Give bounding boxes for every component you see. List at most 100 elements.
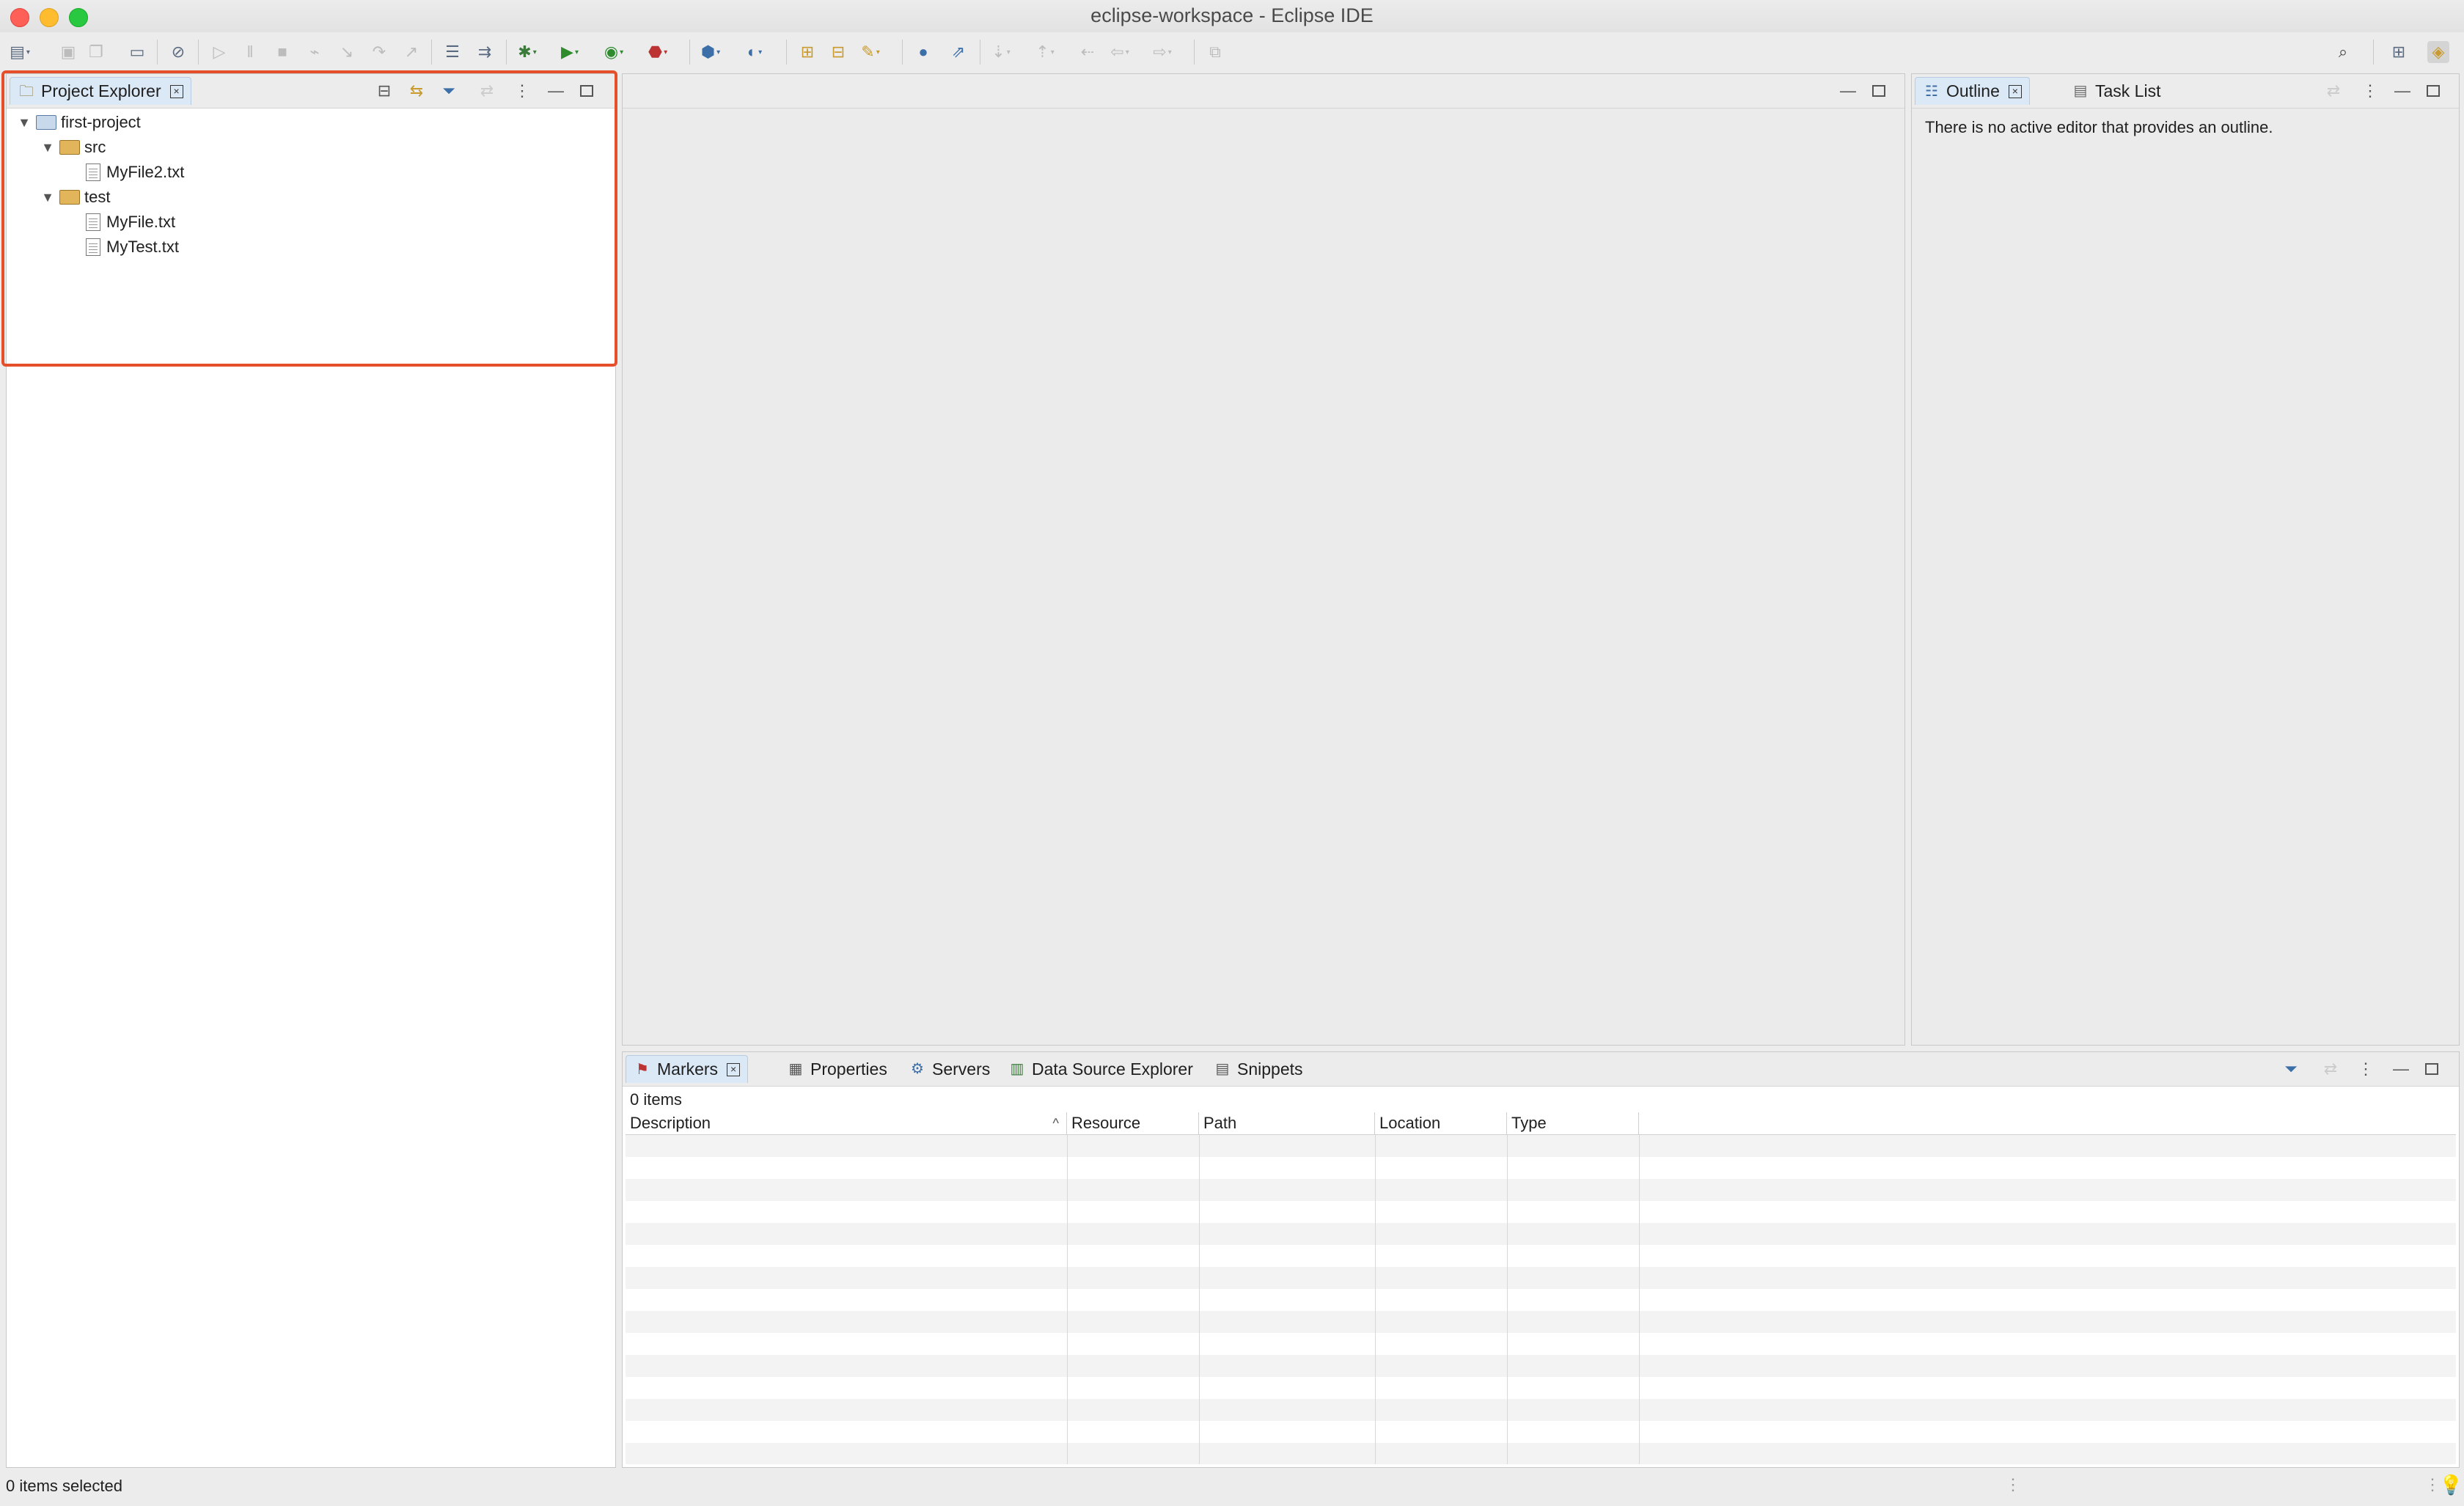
step-over-icon[interactable]: ↷	[368, 41, 390, 63]
table-body	[626, 1135, 2456, 1464]
maximize-icon[interactable]	[2422, 80, 2444, 102]
tree-label: first-project	[61, 113, 141, 131]
tab-markers[interactable]: ⚑ Markers ×	[626, 1055, 749, 1083]
tree-item-project[interactable]: ▼ first-project	[17, 111, 141, 134]
new-icon[interactable]: ▤ ▾	[9, 41, 31, 63]
external-tools-icon[interactable]: ⬣ ▾	[647, 41, 669, 63]
tree-item-file[interactable]: MyFile.txt	[83, 210, 175, 234]
outline-tab-label: Outline	[1946, 81, 2000, 100]
web-browser-icon[interactable]: ◐ ▾	[744, 41, 766, 63]
sync-icon[interactable]: ⇄	[2320, 1058, 2342, 1080]
minimize-icon[interactable]: —	[2390, 1058, 2412, 1080]
terminate-icon[interactable]: ■	[271, 41, 293, 63]
tree-label: src	[84, 138, 106, 156]
collapse-all-icon[interactable]: ⊟	[373, 80, 395, 102]
properties-icon: ▦	[788, 1061, 803, 1077]
column-header-resource[interactable]: Resource	[1067, 1112, 1199, 1134]
view-menu-icon[interactable]: ⋮	[2355, 1058, 2377, 1080]
open-task-icon[interactable]: ✎ ▾	[859, 41, 881, 63]
toggle-breadcrumb-icon[interactable]: ☰	[441, 41, 463, 63]
snippets-icon: ▤	[1215, 1061, 1230, 1077]
open-type-icon[interactable]: ⊞	[796, 41, 818, 63]
skip-breakpoints-icon[interactable]: ⊘	[167, 41, 189, 63]
maximize-icon[interactable]	[2421, 1058, 2443, 1080]
step-return-icon[interactable]: ↗	[400, 41, 422, 63]
tab-properties[interactable]: ▦ Properties	[780, 1055, 895, 1083]
filter-icon[interactable]: ⏷	[438, 80, 460, 102]
window-title: eclipse-workspace - Eclipse IDE	[1090, 4, 1374, 26]
column-header-description[interactable]: Description ^	[626, 1112, 1067, 1134]
close-icon[interactable]: ×	[2008, 84, 2022, 98]
tab-task-list[interactable]: ▤ Task List	[2064, 77, 2168, 105]
coverage-icon[interactable]: ◉ ▾	[603, 41, 625, 63]
project-explorer-tab-label: Project Explorer	[41, 81, 161, 100]
folder-icon	[59, 190, 80, 205]
minimize-icon[interactable]: —	[545, 80, 567, 102]
expand-chevron-icon[interactable]: ▼	[40, 190, 55, 205]
close-icon[interactable]: ×	[169, 84, 183, 98]
sync-icon[interactable]: ⇄	[476, 80, 498, 102]
tab-outline[interactable]: ☷ Outline ×	[1915, 77, 2030, 105]
back-icon[interactable]: ⇦ ▾	[1109, 41, 1131, 63]
expand-chevron-icon[interactable]: ▼	[17, 115, 32, 131]
tree-item-file[interactable]: MyFile2.txt	[83, 161, 184, 184]
outline-message: There is no active editor that provides …	[1925, 118, 2273, 136]
status-bar: 0 items selected ⋮ ⋮ 💡	[0, 1469, 2464, 1506]
run-icon[interactable]: ▶ ▾	[559, 41, 581, 63]
column-header-path[interactable]: Path	[1199, 1112, 1375, 1134]
debug-icon[interactable]: ✱ ▾	[516, 41, 538, 63]
project-explorer-icon: 🗀	[19, 83, 34, 100]
open-folder-icon[interactable]: ⊟	[827, 41, 849, 63]
save-all-icon[interactable]: ❐	[85, 41, 107, 63]
task-list-icon: ▤	[2073, 83, 2088, 99]
forward-icon[interactable]: ⇨ ▾	[1151, 41, 1173, 63]
new-server-icon[interactable]: ⬢ ▾	[700, 41, 722, 63]
tip-lightbulb-icon[interactable]: 💡	[2439, 1474, 2463, 1496]
link-with-editor-icon[interactable]: ⇆	[406, 80, 428, 102]
minimize-icon[interactable]: —	[2391, 80, 2413, 102]
pin-editor-icon[interactable]: ⧉	[1204, 41, 1226, 63]
suspend-icon[interactable]: ‖	[239, 41, 261, 63]
search-web-icon[interactable]: ⇗	[947, 41, 969, 63]
tab-data-source-explorer[interactable]: ▥ Data Source Explorer	[1001, 1055, 1200, 1083]
globe-icon[interactable]: ●	[912, 41, 934, 63]
previous-edit-icon[interactable]: ⇡ ▾	[1034, 41, 1056, 63]
tree-item-src[interactable]: ▼ src	[40, 136, 106, 159]
text-file-icon	[86, 213, 100, 231]
search-icon[interactable]: ⌕	[2332, 41, 2354, 63]
tab-servers[interactable]: ⚙ Servers	[901, 1055, 997, 1083]
tree-label: MyTest.txt	[106, 238, 180, 256]
minimize-icon[interactable]: —	[1837, 80, 1859, 102]
view-menu-icon[interactable]: ⋮	[511, 80, 533, 102]
last-edit-icon[interactable]: ⇠	[1077, 41, 1099, 63]
perspective-javaee-icon[interactable]: ◈	[2427, 41, 2449, 63]
project-explorer-panel: 🗀 Project Explorer × ⊟ ⇆ ⏷ ⇄ ⋮ — ▼ first…	[6, 73, 616, 1468]
sync-icon[interactable]: ⇄	[2322, 80, 2344, 102]
close-icon[interactable]: ×	[727, 1062, 741, 1076]
status-divider-icon: ⋮	[2005, 1475, 2021, 1494]
terminal-icon[interactable]: ▭	[126, 41, 148, 63]
tree-item-file[interactable]: MyTest.txt	[83, 235, 179, 259]
next-edit-icon[interactable]: ⇣ ▾	[990, 41, 1012, 63]
column-header-location[interactable]: Location	[1375, 1112, 1507, 1134]
markers-tab-label: Markers	[657, 1059, 719, 1079]
filter-icon[interactable]: ⏷	[2280, 1058, 2302, 1080]
resume-icon[interactable]: ▷	[208, 41, 230, 63]
tree-item-test[interactable]: ▼ test	[40, 186, 110, 209]
outline-icon: ☷	[1925, 83, 1938, 100]
data-source-icon: ▥	[1010, 1061, 1024, 1077]
save-icon[interactable]: ▣	[57, 41, 79, 63]
disconnect-icon[interactable]: ⌁	[304, 41, 326, 63]
next-annotation-icon[interactable]: ⇉	[474, 41, 496, 63]
expand-chevron-icon[interactable]: ▼	[40, 140, 55, 155]
column-header-type[interactable]: Type	[1507, 1112, 1639, 1134]
view-menu-icon[interactable]: ⋮	[2359, 80, 2381, 102]
maximize-icon[interactable]	[1868, 80, 1890, 102]
markers-table: Description ^ Resource Path Location Typ…	[626, 1112, 2456, 1464]
open-perspective-icon[interactable]: ⊞	[2388, 41, 2410, 63]
maximize-icon[interactable]	[576, 80, 598, 102]
step-into-icon[interactable]: ↘	[336, 41, 358, 63]
tab-snippets[interactable]: ▤ Snippets	[1206, 1055, 1310, 1083]
markers-icon: ⚑	[636, 1061, 649, 1078]
tab-project-explorer[interactable]: 🗀 Project Explorer ×	[10, 77, 191, 105]
